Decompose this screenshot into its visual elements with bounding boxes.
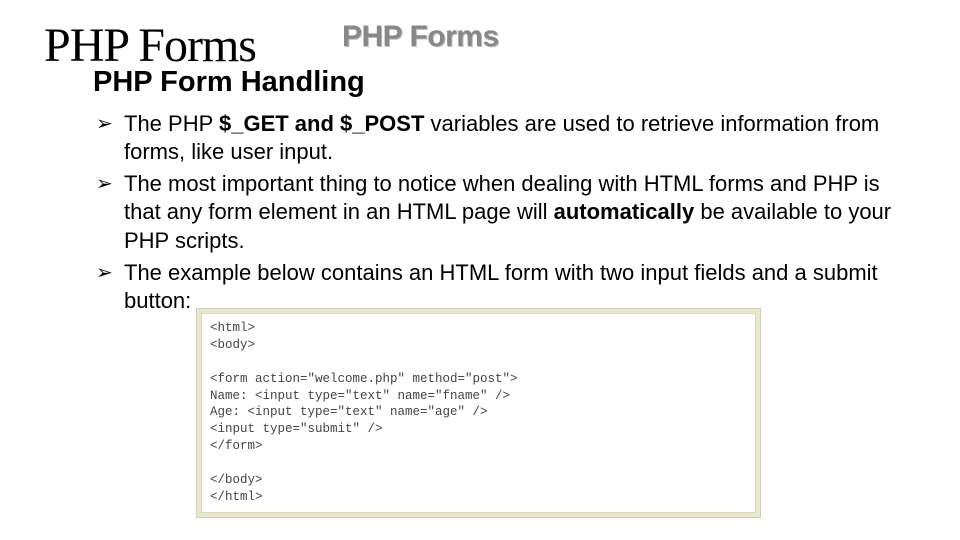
bullet-text: The example below contains an HTML form … xyxy=(124,259,900,315)
bullet-marker-icon: ➢ xyxy=(96,110,124,166)
bullet-marker-icon: ➢ xyxy=(96,170,124,254)
graphic-title-wrap: PHP Forms xyxy=(342,20,499,54)
graphic-title: PHP Forms xyxy=(342,20,499,54)
bullet-item: ➢The most important thing to notice when… xyxy=(96,170,900,254)
page-title: PHP Forms xyxy=(44,18,256,73)
bullet-text: The PHP $_GET and $_POST variables are u… xyxy=(124,110,900,166)
bullet-list: ➢The PHP $_GET and $_POST variables are … xyxy=(96,110,900,319)
slide: PHP Forms PHP Forms PHP Form Handling ➢T… xyxy=(0,0,960,540)
code-example-box: <html> <body> <form action="welcome.php"… xyxy=(196,308,761,518)
code-example: <html> <body> <form action="welcome.php"… xyxy=(201,313,756,513)
bullet-marker-icon: ➢ xyxy=(96,259,124,315)
bullet-item: ➢The PHP $_GET and $_POST variables are … xyxy=(96,110,900,166)
section-heading: PHP Form Handling xyxy=(93,66,365,99)
bullet-text: The most important thing to notice when … xyxy=(124,170,900,254)
bullet-item: ➢The example below contains an HTML form… xyxy=(96,259,900,315)
